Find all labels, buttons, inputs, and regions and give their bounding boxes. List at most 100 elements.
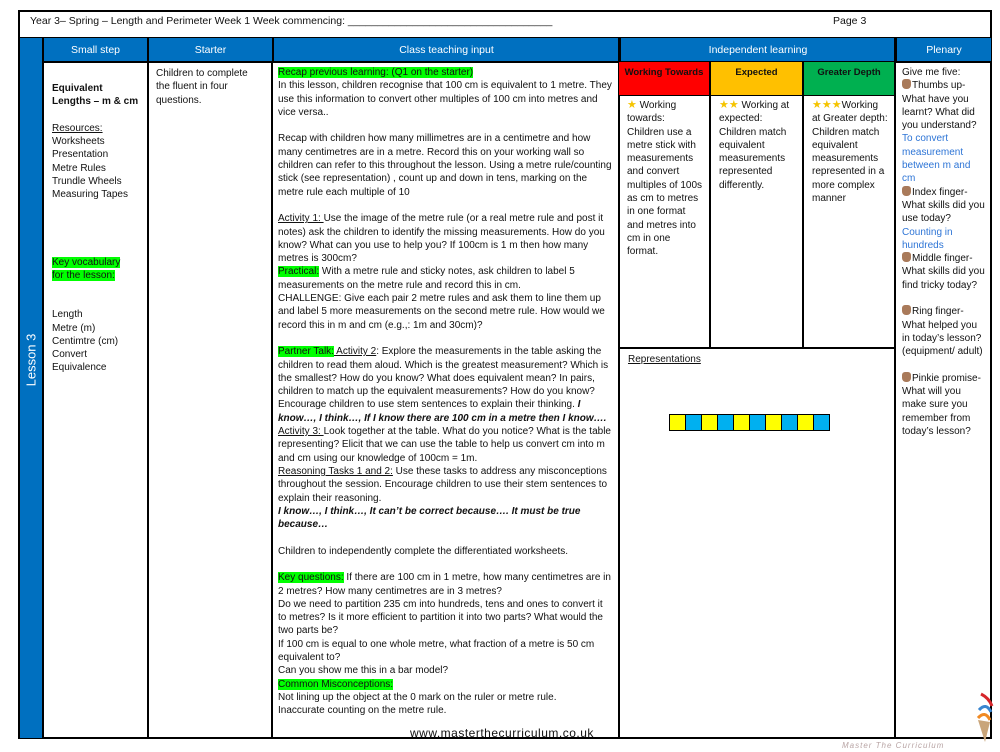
text-line: Do we need to partition 235 cm into hund… bbox=[278, 598, 613, 638]
text-segment: Counting in hundreds bbox=[902, 226, 953, 251]
header-plenary: Plenary bbox=[895, 38, 991, 62]
vocab-item: Equivalence bbox=[52, 362, 107, 374]
vocab-item: Convert bbox=[52, 349, 88, 361]
text-line: If 100 cm is equal to one whole metre, w… bbox=[278, 638, 613, 665]
text-segment: Pinkie promise- What will you make sure … bbox=[902, 372, 981, 438]
counting-stick-segment bbox=[685, 414, 702, 431]
header-small-step: Small step bbox=[42, 38, 147, 62]
text-line: Activity 3: Look together at the table. … bbox=[278, 425, 613, 465]
counting-stick bbox=[669, 414, 830, 431]
text-line: Activity 1: Use the image of the metre r… bbox=[278, 212, 613, 265]
counting-stick-segment bbox=[669, 414, 686, 431]
star-icon: ★★ bbox=[719, 99, 739, 111]
counting-stick-segment bbox=[813, 414, 830, 431]
vocab-item: Length bbox=[52, 309, 83, 321]
text-segment: Activity 1: bbox=[278, 213, 324, 225]
counting-stick-segment bbox=[733, 414, 750, 431]
text-line: Ring finger- What helped you in today’s … bbox=[902, 305, 986, 358]
vocab-label: Key vocabulary for the lesson: bbox=[52, 256, 121, 281]
vocab-item: Metre (m) bbox=[52, 322, 96, 334]
resources-item: Presentation bbox=[52, 149, 109, 161]
text-line: Recap previous learning: (Q1 on the star… bbox=[278, 66, 613, 79]
logo-text: Master The Curriculum bbox=[842, 741, 945, 750]
star-icon: ★ bbox=[627, 99, 637, 111]
text-segment: To convert measurement between m and cm bbox=[902, 133, 971, 185]
page-title: Year 3– Spring – Length and Perimeter We… bbox=[30, 15, 553, 27]
level-description: ★★★Working at Greater depth: Children ma… bbox=[806, 96, 894, 208]
resources-item: Trundle Wheels bbox=[52, 176, 122, 188]
text-segment: Thumbs up- What have you learnt? What di… bbox=[902, 80, 977, 132]
vocab-list: Length Metre (m) Centimtre (cm) Convert Equi… bbox=[52, 308, 140, 374]
text-segment: Use the image of the metre rule (or a re… bbox=[278, 213, 605, 265]
text-segment: With a metre rule and sticky notes, ask … bbox=[278, 266, 575, 291]
counting-stick-segment bbox=[749, 414, 766, 431]
star-icon: ★★★ bbox=[812, 99, 842, 111]
small-step-cell: Equivalent Lengths – m & cm Resources: Wo… bbox=[46, 78, 146, 379]
text-line: Not lining up the object at the 0 mark o… bbox=[278, 691, 613, 704]
hand-icon bbox=[902, 305, 911, 316]
divider bbox=[42, 38, 44, 739]
resources-item: Metre Rules bbox=[52, 162, 106, 174]
counting-stick-segment bbox=[765, 414, 782, 431]
text-segment: Key questions: bbox=[278, 572, 344, 584]
text-line: Counting in hundreds bbox=[902, 226, 986, 253]
text-segment: Reasoning Tasks 1 and 2: bbox=[278, 465, 393, 477]
footer-url[interactable]: www.masterthecurriculum.co.uk bbox=[410, 726, 594, 740]
level-header: Working Towards bbox=[619, 62, 709, 95]
counting-stick-segment bbox=[781, 414, 798, 431]
text-segment: Recap previous learning: (Q1 on the star… bbox=[278, 67, 474, 78]
level-text: Working towards: Children use a metre st… bbox=[627, 100, 703, 258]
text-segment: Partner Talk: bbox=[278, 346, 334, 358]
hand-icon bbox=[902, 185, 911, 196]
text-segment: Recap with children how many millimetres… bbox=[278, 133, 612, 198]
hand-icon bbox=[902, 79, 911, 90]
divider bbox=[619, 347, 895, 349]
level-description: ★ Working towards: Children use a metre … bbox=[621, 96, 709, 262]
text-line: Recap with children how many millimetres… bbox=[278, 132, 613, 198]
resources-item: Measuring Tapes bbox=[52, 189, 128, 201]
page-number: Page 3 bbox=[833, 15, 867, 27]
text-segment: Not lining up the object at the 0 mark o… bbox=[278, 691, 557, 703]
text-line: Give me five: bbox=[902, 66, 986, 79]
text-line: I know…, I think…, It can’t be correct b… bbox=[278, 505, 613, 532]
text-line: Inaccurate counting on the metre rule. bbox=[278, 704, 613, 717]
text-line: Partner Talk: Activity 2: Explore the me… bbox=[278, 345, 613, 425]
class-teaching-cell: Recap previous learning: (Q1 on the star… bbox=[273, 63, 618, 721]
header-class-teaching: Class teaching input bbox=[272, 38, 619, 62]
small-step-title: Equivalent Lengths – m & cm bbox=[52, 83, 139, 108]
text-segment: Index finger- What skills did you use to… bbox=[902, 186, 985, 225]
counting-stick-segment bbox=[701, 414, 718, 431]
hand-icon bbox=[902, 252, 911, 263]
resources-label: Resources: bbox=[52, 122, 103, 134]
text-segment: Ring finger- What helped you in today’s … bbox=[902, 306, 983, 358]
divider bbox=[709, 62, 711, 348]
text-line: Pinkie promise- What will you make sure … bbox=[902, 371, 986, 438]
starter-text: Children to complete the fluent in four … bbox=[156, 68, 248, 106]
divider bbox=[894, 38, 896, 739]
text-line: Reasoning Tasks 1 and 2: Use these tasks… bbox=[278, 465, 613, 505]
counting-stick-segment bbox=[797, 414, 814, 431]
text-line: CHALLENGE: Give each pair 2 metre rules … bbox=[278, 292, 613, 332]
counting-stick-segment bbox=[717, 414, 734, 431]
lesson-label-text: Lesson 3 bbox=[23, 333, 39, 387]
text-segment: Activity 3: bbox=[278, 426, 324, 438]
plenary-cell: Give me five: Thumbs up- What have you le… bbox=[897, 63, 991, 441]
text-segment: If 100 cm is equal to one whole metre, w… bbox=[278, 638, 595, 664]
text-line: Key questions: If there are 100 cm in 1 … bbox=[278, 571, 613, 598]
text-line: Common Misconceptions: bbox=[278, 678, 613, 691]
vocab-item: Centimtre (cm) bbox=[52, 335, 119, 347]
resources-list: Worksheets Presentation Metre Rules Trundle… bbox=[52, 135, 140, 201]
text-segment: Give me five: bbox=[902, 67, 961, 78]
level-text: Working at expected: Children match equi… bbox=[719, 100, 790, 191]
lesson-label: Lesson 3 bbox=[20, 330, 42, 390]
text-line: Thumbs up- What have you learnt? What di… bbox=[902, 79, 986, 132]
text-segment: Activity 2 bbox=[333, 346, 377, 358]
text-segment: Do we need to partition 235 cm into hund… bbox=[278, 598, 603, 637]
level-header: Expected bbox=[711, 62, 802, 95]
